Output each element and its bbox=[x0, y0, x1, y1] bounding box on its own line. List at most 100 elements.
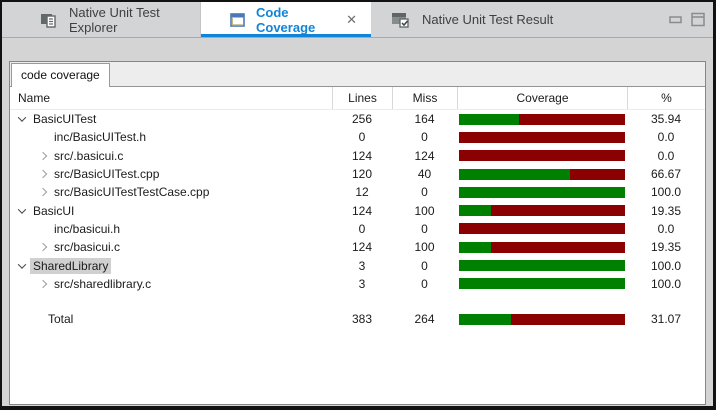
table-row[interactable]: inc/basicui.h 0 0 0.0 bbox=[10, 220, 705, 238]
test-explorer-icon bbox=[40, 12, 58, 28]
table-body: BasicUITest 256 164 35.94 inc/BasicUITes… bbox=[10, 110, 705, 293]
table-row[interactable]: SharedLibrary 3 0 100.0 bbox=[10, 256, 705, 274]
row-name: src/.basicui.c bbox=[51, 148, 126, 164]
coverage-bar bbox=[459, 187, 625, 198]
coverage-bar bbox=[459, 169, 625, 180]
expander-icon[interactable] bbox=[39, 170, 47, 178]
toolwindow-background bbox=[2, 38, 713, 61]
row-lines: 3 bbox=[332, 277, 392, 291]
row-lines: 124 bbox=[332, 240, 392, 254]
table-row[interactable]: BasicUI 124 100 19.35 bbox=[10, 201, 705, 219]
row-miss: 100 bbox=[392, 204, 457, 218]
row-percent: 35.94 bbox=[627, 112, 705, 126]
coverage-bar bbox=[459, 150, 625, 161]
expander-icon[interactable] bbox=[39, 243, 47, 251]
panel-tab-code-coverage[interactable]: code coverage bbox=[11, 63, 110, 87]
column-header-name[interactable]: Name bbox=[10, 87, 332, 109]
tab-label: Native Unit Test Result bbox=[422, 12, 553, 27]
row-percent: 0.0 bbox=[627, 222, 705, 236]
row-lines: 3 bbox=[332, 259, 392, 273]
coverage-bar-covered bbox=[459, 114, 519, 125]
row-name: src/BasicUITestTestCase.cpp bbox=[51, 184, 212, 200]
table-row[interactable]: src/BasicUITestTestCase.cpp 12 0 100.0 bbox=[10, 183, 705, 201]
column-header-miss[interactable]: Miss bbox=[392, 87, 457, 109]
coverage-bar-covered bbox=[459, 278, 625, 289]
tab-native-unit-test-explorer[interactable]: Native Unit Test Explorer bbox=[2, 2, 201, 37]
row-lines: 0 bbox=[332, 130, 392, 144]
row-lines: 256 bbox=[332, 112, 392, 126]
coverage-bar-covered bbox=[459, 260, 625, 271]
row-lines: 12 bbox=[332, 185, 392, 199]
tab-native-unit-test-result[interactable]: Native Unit Test Result bbox=[371, 2, 577, 37]
column-header-percent[interactable]: % bbox=[627, 87, 705, 109]
tab-code-coverage[interactable]: Code Coverage ✕ bbox=[201, 2, 371, 37]
total-lines: 383 bbox=[332, 312, 392, 326]
row-percent: 19.35 bbox=[627, 240, 705, 254]
column-header-lines[interactable]: Lines bbox=[332, 87, 392, 109]
close-tab-icon[interactable]: ✕ bbox=[344, 11, 359, 28]
row-name: BasicUI bbox=[30, 203, 77, 219]
float-window-icon[interactable] bbox=[691, 12, 705, 27]
row-percent: 100.0 bbox=[627, 185, 705, 199]
row-lines: 0 bbox=[332, 222, 392, 236]
row-name: inc/basicui.h bbox=[51, 221, 123, 237]
empty-area bbox=[10, 328, 705, 404]
expander-icon[interactable] bbox=[18, 113, 26, 121]
tab-label: Native Unit Test Explorer bbox=[69, 5, 200, 35]
row-name: inc/BasicUITest.h bbox=[51, 129, 149, 145]
minimize-icon[interactable] bbox=[669, 15, 682, 24]
coverage-bar-covered bbox=[459, 314, 511, 325]
row-percent: 0.0 bbox=[627, 149, 705, 163]
coverage-bar bbox=[459, 278, 625, 289]
row-name: SharedLibrary bbox=[30, 258, 111, 274]
total-percent: 31.07 bbox=[627, 312, 705, 326]
coverage-bar bbox=[459, 223, 625, 234]
row-miss: 0 bbox=[392, 185, 457, 199]
coverage-bar bbox=[459, 114, 625, 125]
row-miss: 0 bbox=[392, 222, 457, 236]
code-coverage-tool-window: Native Unit Test Explorer Code Coverage … bbox=[0, 0, 716, 410]
row-percent: 100.0 bbox=[627, 259, 705, 273]
table-row[interactable]: src/sharedlibrary.c 3 0 100.0 bbox=[10, 275, 705, 293]
expander-icon[interactable] bbox=[18, 260, 26, 268]
row-name: src/sharedlibrary.c bbox=[51, 276, 154, 292]
code-coverage-icon bbox=[230, 13, 245, 27]
expander-icon[interactable] bbox=[39, 280, 47, 288]
table-row[interactable]: src/.basicui.c 124 124 0.0 bbox=[10, 147, 705, 165]
row-lines: 124 bbox=[332, 204, 392, 218]
coverage-bar bbox=[459, 260, 625, 271]
row-percent: 19.35 bbox=[627, 204, 705, 218]
expander-icon[interactable] bbox=[39, 151, 47, 159]
row-miss: 0 bbox=[392, 277, 457, 291]
expander-icon[interactable] bbox=[18, 205, 26, 213]
coverage-bar-covered bbox=[459, 187, 625, 198]
panel-tab-strip: code coverage bbox=[10, 62, 705, 87]
row-percent: 0.0 bbox=[627, 130, 705, 144]
column-header-coverage[interactable]: Coverage bbox=[457, 87, 627, 109]
table-row[interactable]: src/BasicUITest.cpp 120 40 66.67 bbox=[10, 165, 705, 183]
table-row[interactable]: src/basicui.c 124 100 19.35 bbox=[10, 238, 705, 256]
total-miss: 264 bbox=[392, 312, 457, 326]
test-result-icon bbox=[391, 11, 411, 28]
row-miss: 40 bbox=[392, 167, 457, 181]
table-row[interactable]: BasicUITest 256 164 35.94 bbox=[10, 110, 705, 128]
row-name: BasicUITest bbox=[30, 111, 99, 127]
table-row-total[interactable]: Total 383 264 31.07 bbox=[10, 310, 705, 328]
row-percent: 100.0 bbox=[627, 277, 705, 291]
table-header: Name Lines Miss Coverage % bbox=[10, 87, 705, 110]
table-row[interactable]: inc/BasicUITest.h 0 0 0.0 bbox=[10, 128, 705, 146]
row-lines: 124 bbox=[332, 149, 392, 163]
row-miss: 0 bbox=[392, 259, 457, 273]
row-miss: 0 bbox=[392, 130, 457, 144]
coverage-bar bbox=[459, 205, 625, 216]
expander-icon[interactable] bbox=[39, 188, 47, 196]
total-label: Total bbox=[48, 312, 73, 326]
row-name: src/BasicUITest.cpp bbox=[51, 166, 162, 182]
coverage-bar-covered bbox=[459, 242, 491, 253]
tab-label: Code Coverage bbox=[256, 5, 344, 35]
code-coverage-panel: code coverage Name Lines Miss Coverage %… bbox=[9, 61, 706, 405]
row-lines: 120 bbox=[332, 167, 392, 181]
row-miss: 124 bbox=[392, 149, 457, 163]
row-percent: 66.67 bbox=[627, 167, 705, 181]
coverage-bar-covered bbox=[459, 169, 570, 180]
